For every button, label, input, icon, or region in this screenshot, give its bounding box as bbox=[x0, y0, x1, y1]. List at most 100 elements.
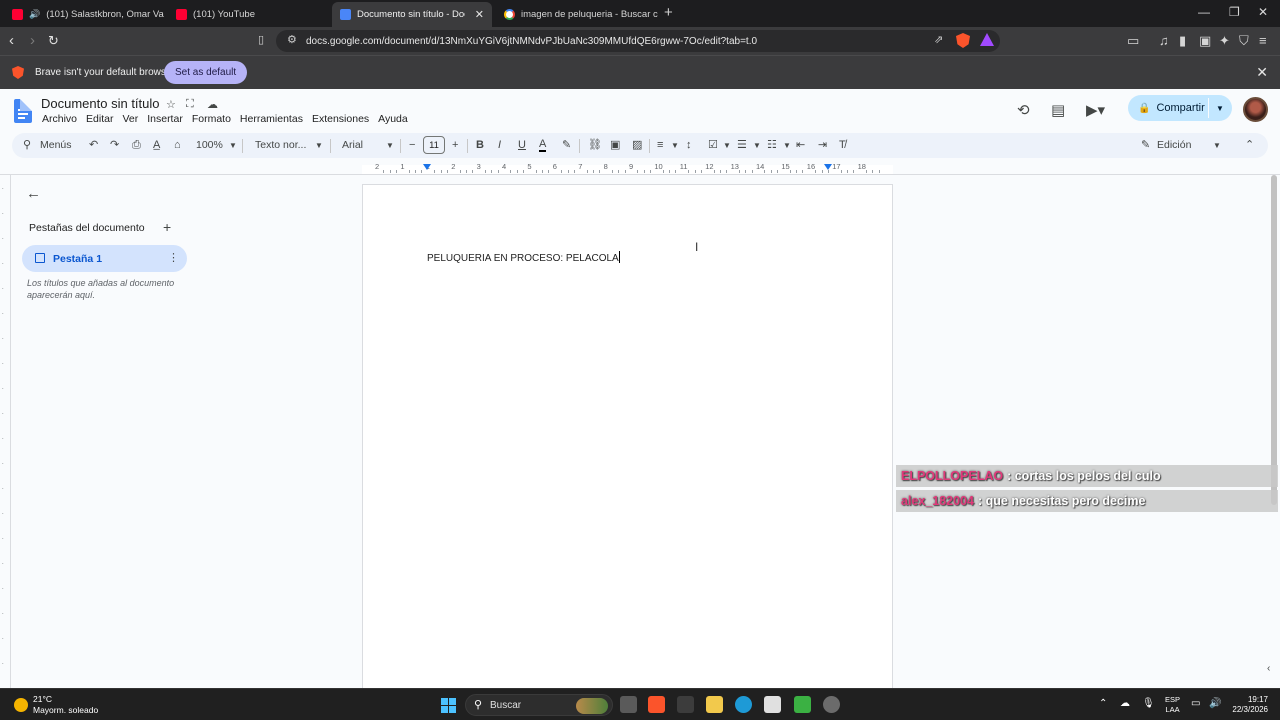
menu-extensiones[interactable]: Extensiones bbox=[312, 113, 369, 125]
chevron-down-icon[interactable]: ▼ bbox=[783, 141, 791, 150]
task-view-icon[interactable] bbox=[620, 696, 637, 713]
menu-insertar[interactable]: Insertar bbox=[147, 113, 183, 125]
menu-archivo[interactable]: Archivo bbox=[42, 113, 77, 125]
increase-font-icon[interactable]: + bbox=[452, 139, 458, 152]
document-page[interactable]: PELUQUERIA EN PROCESO: PELACOLA bbox=[362, 184, 893, 694]
chevron-down-icon[interactable]: ▼ bbox=[1216, 104, 1224, 113]
edge-icon[interactable] bbox=[735, 696, 752, 713]
document-title[interactable]: Documento sin título bbox=[41, 96, 160, 111]
bulleted-list-icon[interactable]: ☰ bbox=[737, 139, 747, 152]
side-panel-toggle-icon[interactable]: ‹ bbox=[1267, 663, 1270, 674]
network-icon[interactable]: ▭ bbox=[1191, 698, 1200, 709]
speaker-icon[interactable]: 🔊 bbox=[29, 9, 40, 20]
star-icon[interactable]: ☆ bbox=[166, 98, 176, 111]
add-tab-button[interactable]: + bbox=[163, 219, 171, 235]
weather-icon[interactable] bbox=[14, 698, 28, 712]
menu-ayuda[interactable]: Ayuda bbox=[378, 113, 408, 125]
steam-icon[interactable] bbox=[823, 696, 840, 713]
taskbar-search[interactable]: ⚲ Buscar bbox=[465, 694, 613, 716]
sidebar-icon[interactable]: ▮ bbox=[1179, 33, 1186, 49]
chevron-down-icon[interactable]: ▼ bbox=[1213, 141, 1221, 150]
menu-formato[interactable]: Formato bbox=[192, 113, 231, 125]
move-folder-icon[interactable]: ⛶ bbox=[186, 98, 194, 111]
spellcheck-icon[interactable]: A̲ bbox=[153, 139, 160, 152]
chevron-down-icon[interactable]: ▼ bbox=[386, 141, 394, 150]
underline-icon[interactable]: U bbox=[518, 139, 526, 152]
chevron-down-icon[interactable]: ▼ bbox=[723, 141, 731, 150]
highlight-icon[interactable]: ✎ bbox=[562, 139, 571, 152]
reader-mode-icon[interactable]: ▭ bbox=[1127, 33, 1139, 49]
back-arrow-icon[interactable]: ← bbox=[26, 185, 41, 202]
close-icon[interactable]: ✕ bbox=[475, 8, 484, 21]
editing-mode-select[interactable]: Edición bbox=[1157, 139, 1191, 152]
text-color-icon[interactable]: A bbox=[539, 139, 547, 152]
chevron-down-icon[interactable]: ▼ bbox=[671, 141, 679, 150]
style-select[interactable]: Texto nor... bbox=[255, 139, 306, 152]
numbered-list-icon[interactable]: ☷ bbox=[767, 139, 777, 152]
scrollbar[interactable] bbox=[1271, 175, 1277, 505]
menu-ver[interactable]: Ver bbox=[122, 113, 138, 125]
image-icon[interactable]: ▨ bbox=[632, 139, 642, 152]
restore-icon[interactable]: ❐ bbox=[1229, 5, 1240, 19]
paint-format-icon[interactable]: ⌂ bbox=[174, 139, 181, 152]
search-icon[interactable]: ⚲ bbox=[23, 139, 31, 152]
brave-browser-icon[interactable] bbox=[648, 696, 665, 713]
meet-icon[interactable]: ▶▾ bbox=[1086, 101, 1105, 119]
terminal-icon[interactable] bbox=[677, 696, 694, 713]
onedrive-icon[interactable]: ☁ bbox=[1120, 698, 1130, 709]
windows-start-icon[interactable] bbox=[441, 698, 456, 713]
new-tab-button[interactable]: + bbox=[664, 5, 673, 20]
volume-icon[interactable]: 🔊 bbox=[1209, 698, 1221, 709]
clear-formatting-icon[interactable]: T̸ bbox=[839, 139, 846, 152]
font-size-input[interactable]: 11 bbox=[423, 136, 445, 154]
decrease-indent-icon[interactable]: ⇤ bbox=[796, 139, 805, 152]
browser-tab-active[interactable]: Documento sin título - Documen ✕ bbox=[332, 2, 492, 27]
weather-desc[interactable]: Mayorm. soleado bbox=[33, 705, 98, 715]
browser-tab[interactable]: 🔊 (101) Salastkbron, Omar Varela - bbox=[4, 3, 164, 25]
share-icon[interactable]: ⇗ bbox=[934, 33, 943, 46]
decrease-font-icon[interactable]: − bbox=[409, 139, 415, 152]
chevron-down-icon[interactable]: ▼ bbox=[315, 141, 323, 150]
zoom-select[interactable]: 100% bbox=[196, 139, 223, 152]
right-indent-marker[interactable] bbox=[824, 164, 832, 170]
bold-icon[interactable]: B bbox=[476, 139, 484, 152]
file-explorer-icon[interactable] bbox=[706, 696, 723, 713]
media-icon[interactable]: ♫ bbox=[1159, 33, 1169, 48]
share-button[interactable]: 🔒 Compartir ▼ bbox=[1128, 95, 1232, 121]
hide-menus-icon[interactable]: ⌃ bbox=[1245, 139, 1254, 152]
reload-icon[interactable]: ↻ bbox=[48, 33, 59, 49]
microphone-icon[interactable]: 🎙 bbox=[1142, 698, 1155, 709]
left-indent-marker[interactable] bbox=[423, 164, 431, 170]
italic-icon[interactable]: I bbox=[498, 139, 501, 152]
undo-icon[interactable]: ↶ bbox=[89, 139, 98, 152]
print-icon[interactable]: ⎙ bbox=[132, 139, 141, 152]
checklist-icon[interactable]: ☑ bbox=[708, 139, 718, 152]
chevron-down-icon[interactable]: ▼ bbox=[753, 141, 761, 150]
language-indicator[interactable]: ESP LAA bbox=[1165, 695, 1180, 715]
sidebar-tab-pestana-1[interactable]: Pestaña 1 ⋮ bbox=[22, 245, 187, 272]
clock[interactable]: 19:17 22/3/2026 bbox=[1226, 695, 1268, 715]
bookmark-icon[interactable]: ▯ bbox=[258, 33, 264, 46]
close-icon[interactable]: ✕ bbox=[1256, 64, 1268, 81]
document-body-text[interactable]: PELUQUERIA EN PROCESO: PELACOLA bbox=[427, 251, 620, 264]
store-icon[interactable] bbox=[764, 696, 781, 713]
more-options-icon[interactable]: ⋮ bbox=[168, 251, 179, 264]
vpn-icon[interactable]: ⛉ bbox=[1239, 33, 1249, 49]
chevron-down-icon[interactable]: ▼ bbox=[229, 141, 237, 150]
menu-icon[interactable]: ≡ bbox=[1259, 33, 1267, 48]
url-input[interactable]: docs.google.com/document/d/13NmXuYGiV6jt… bbox=[276, 30, 1000, 52]
menu-herramientas[interactable]: Herramientas bbox=[240, 113, 303, 125]
align-icon[interactable]: ≡ bbox=[657, 139, 663, 152]
chevron-up-icon[interactable]: ⌃ bbox=[1099, 698, 1107, 709]
site-info-icon[interactable]: ⚙ bbox=[287, 33, 297, 46]
weather-temp[interactable]: 21°C bbox=[33, 694, 52, 704]
avatar[interactable] bbox=[1243, 97, 1268, 122]
redo-icon[interactable]: ↷ bbox=[110, 139, 119, 152]
window-close-icon[interactable]: ✕ bbox=[1258, 5, 1268, 19]
add-comment-icon[interactable]: ▣ bbox=[610, 139, 620, 152]
forward-icon[interactable]: › bbox=[30, 32, 35, 49]
docs-logo-icon[interactable] bbox=[14, 99, 32, 123]
link-icon[interactable]: ⛓ bbox=[588, 139, 602, 152]
minimize-icon[interactable]: — bbox=[1198, 5, 1210, 19]
line-spacing-icon[interactable]: ↕ bbox=[686, 139, 692, 152]
